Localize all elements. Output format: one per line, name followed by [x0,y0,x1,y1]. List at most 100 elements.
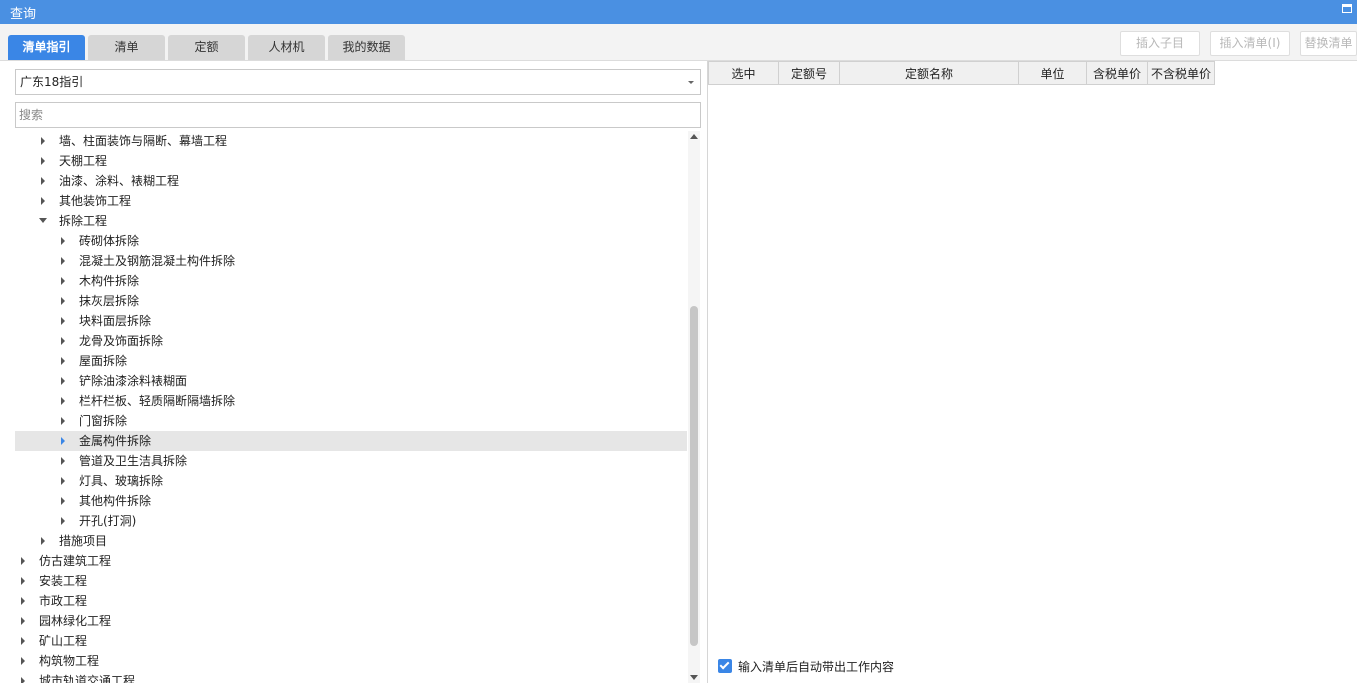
column-header-pretax-price[interactable]: 不含税单价 [1148,61,1215,85]
tree-node-label: 金属构件拆除 [79,434,152,448]
checkmark-icon [719,659,730,670]
tree-node[interactable]: 构筑物工程 [15,651,687,671]
tree-node-label: 拆除工程 [59,214,108,228]
tree-node-label: 开孔(打洞) [79,514,137,528]
tab-list[interactable]: 清单 [88,35,165,60]
replace-list-button[interactable]: 替换清单 [1300,31,1357,56]
caret-right-icon[interactable] [61,337,65,345]
caret-right-icon[interactable] [61,297,65,305]
caret-right-icon[interactable] [21,637,25,645]
tree-node-label: 油漆、涂料、裱糊工程 [59,174,180,188]
tab-list-guide[interactable]: 清单指引 [8,35,85,60]
caret-right-icon[interactable] [61,317,65,325]
tree-node[interactable]: 园林绿化工程 [15,611,687,631]
tree-scrollbar[interactable] [688,131,700,683]
tree-node-label: 抹灰层拆除 [79,294,140,308]
tree-node-label: 安装工程 [39,574,88,588]
column-header-quota-name[interactable]: 定额名称 [840,61,1019,85]
column-header-unit[interactable]: 单位 [1019,61,1087,85]
tree-node-label: 仿古建筑工程 [39,554,112,568]
tree-node[interactable]: 城市轨道交通工程 [15,671,687,683]
window-title: 查询 [10,7,37,22]
column-header-quota-no[interactable]: 定额号 [779,61,840,85]
tree-node[interactable]: 砖砌体拆除 [15,231,687,251]
column-header-select[interactable]: 选中 [708,61,779,85]
tree-node[interactable]: 抹灰层拆除 [15,291,687,311]
guide-tree: 墙、柱面装饰与隔断、幕墙工程 天棚工程油漆、涂料、裱糊工程其他装饰工程拆除工程砖砌… [15,131,687,683]
caret-right-icon[interactable] [21,617,25,625]
caret-right-icon[interactable] [61,397,65,405]
maximize-icon[interactable] [1342,4,1352,13]
caret-right-icon[interactable] [21,557,25,565]
tree-node-label: 天棚工程 [59,154,108,168]
tree-node[interactable]: 矿山工程 [15,631,687,651]
caret-down-icon[interactable] [39,218,47,223]
right-pane: 选中 定额号 定额名称 单位 含税单价 不含税单价 输入清单后自动带出工作内容 [708,61,1357,683]
tree-node[interactable]: 开孔(打洞) [15,511,687,531]
guide-select[interactable]: 广东18指引 [15,69,701,95]
tree-node-label: 矿山工程 [39,634,88,648]
caret-right-icon[interactable] [61,377,65,385]
caret-right-icon[interactable] [41,157,45,165]
tab-my-data[interactable]: 我的数据 [328,35,405,60]
caret-right-icon[interactable] [41,537,45,545]
insert-child-button[interactable]: 插入子目 [1120,31,1200,56]
tree-node-label: 混凝土及钢筋混凝土构件拆除 [79,254,236,268]
tree-node[interactable]: 管道及卫生洁具拆除 [15,451,687,471]
tree-node[interactable]: 铲除油漆涂料裱糊面 [15,371,687,391]
column-header-tax-price[interactable]: 含税单价 [1087,61,1148,85]
caret-right-icon[interactable] [61,277,65,285]
caret-right-icon[interactable] [61,517,65,525]
tree-node[interactable]: 天棚工程 [15,151,687,171]
caret-right-icon[interactable] [61,497,65,505]
tree-node[interactable]: 仿古建筑工程 [15,551,687,571]
caret-right-icon[interactable] [41,197,45,205]
tree-node[interactable]: 金属构件拆除 [15,431,687,451]
caret-right-icon[interactable] [21,677,25,683]
auto-bring-work-checkbox[interactable] [718,659,732,673]
tree-node[interactable]: 墙、柱面装饰与隔断、幕墙工程 [15,131,687,151]
tab-strip: 清单指引 清单 定额 人材机 我的数据 插入子目 插入清单(I) 替换清单 [0,24,1357,61]
tree-node[interactable]: 块料面层拆除 [15,311,687,331]
scroll-down-icon[interactable] [690,675,698,680]
tree-node-label: 龙骨及饰面拆除 [79,334,164,348]
tree-node[interactable]: 灯具、玻璃拆除 [15,471,687,491]
tree-node[interactable]: 栏杆栏板、轻质隔断隔墙拆除 [15,391,687,411]
tree-node[interactable]: 木构件拆除 [15,271,687,291]
tree-node[interactable]: 市政工程 [15,591,687,611]
tree-node[interactable]: 其他构件拆除 [15,491,687,511]
caret-right-icon[interactable] [61,257,65,265]
tree-node[interactable]: 安装工程 [15,571,687,591]
tree-node[interactable]: 门窗拆除 [15,411,687,431]
scrollbar-thumb[interactable] [690,306,698,646]
caret-right-icon[interactable] [61,237,65,245]
tab-quota[interactable]: 定额 [168,35,245,60]
caret-right-icon[interactable] [61,457,65,465]
caret-right-icon[interactable] [21,597,25,605]
caret-right-icon[interactable] [61,437,65,445]
guide-select-value: 广东18指引 [20,75,84,89]
caret-right-icon[interactable] [41,137,45,145]
tab-labor-material-machine[interactable]: 人材机 [248,35,325,60]
tree-node[interactable]: 措施项目 [15,531,687,551]
caret-right-icon[interactable] [61,417,65,425]
tree-node-label: 墙、柱面装饰与隔断、幕墙工程 [59,134,228,148]
tree-node[interactable]: 拆除工程 [15,211,687,231]
tree-node-label: 其他构件拆除 [79,494,152,508]
search-input[interactable] [15,102,701,128]
tree-node[interactable]: 其他装饰工程 [15,191,687,211]
tree-node[interactable]: 龙骨及饰面拆除 [15,331,687,351]
caret-right-icon[interactable] [21,577,25,585]
tree-node[interactable]: 油漆、涂料、裱糊工程 [15,171,687,191]
caret-right-icon[interactable] [21,657,25,665]
auto-bring-work-label: 输入清单后自动带出工作内容 [738,660,895,674]
tree-node[interactable]: 屋面拆除 [15,351,687,371]
tree-node[interactable]: 混凝土及钢筋混凝土构件拆除 [15,251,687,271]
tree-node-label: 块料面层拆除 [79,314,152,328]
insert-list-button[interactable]: 插入清单(I) [1210,31,1290,56]
scroll-up-icon[interactable] [690,134,698,139]
tree-node-label: 市政工程 [39,594,88,608]
caret-right-icon[interactable] [41,177,45,185]
caret-right-icon[interactable] [61,357,65,365]
caret-right-icon[interactable] [61,477,65,485]
